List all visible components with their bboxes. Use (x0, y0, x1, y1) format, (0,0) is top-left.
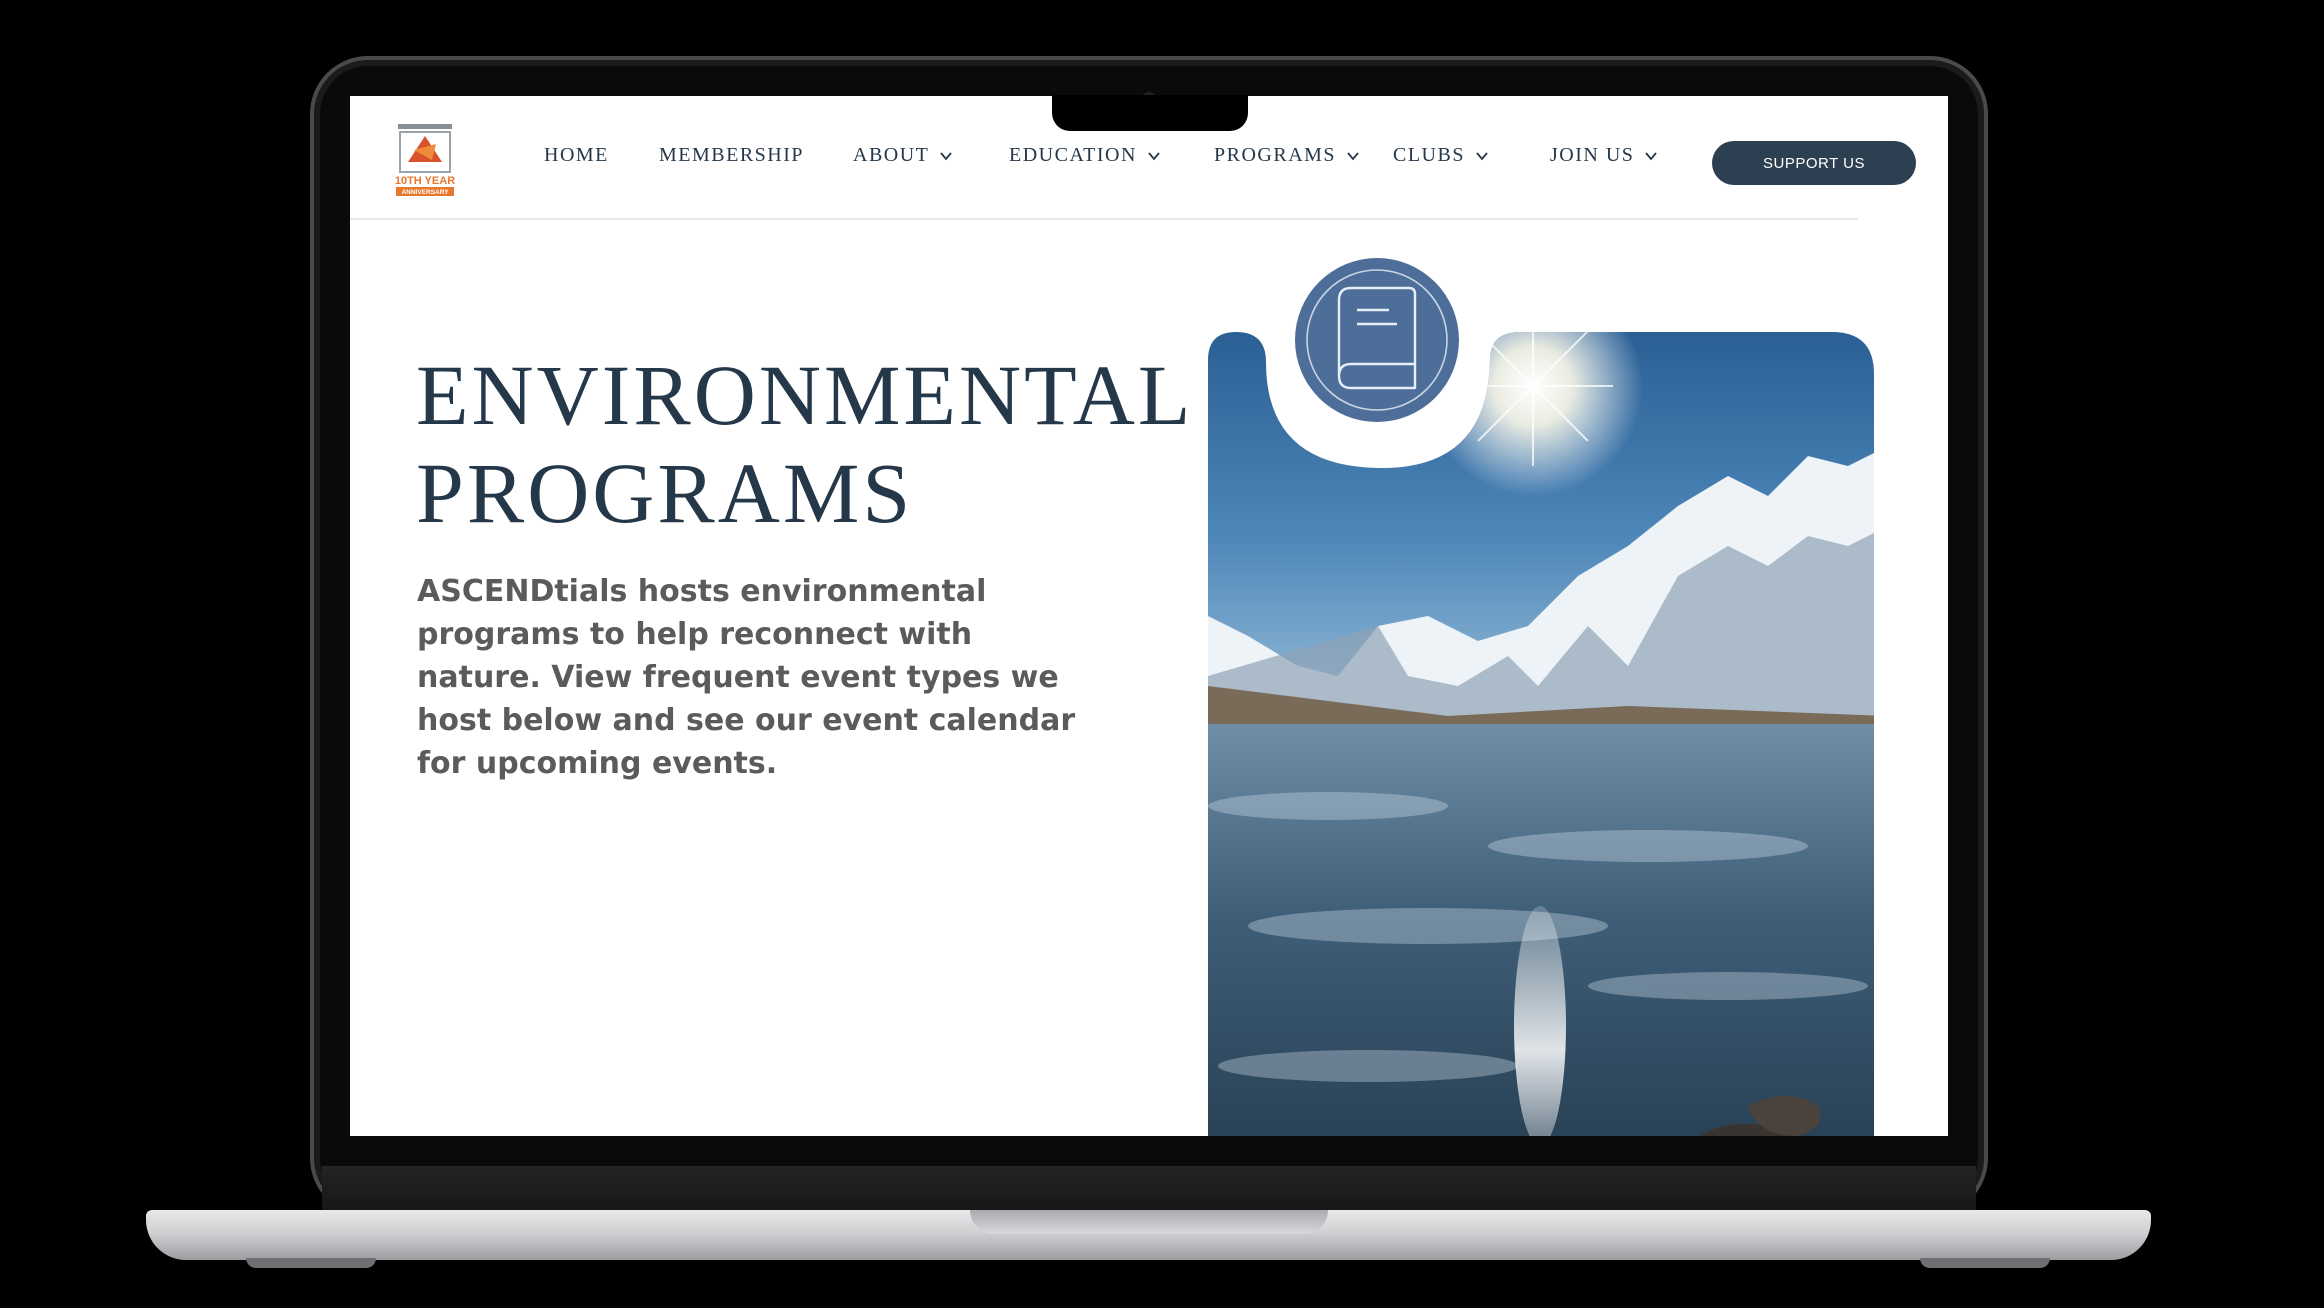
website-screen: 10TH YEAR ANNIVERSARY HOME MEMBERSHIP AB… (350, 96, 1948, 1136)
nav-home[interactable]: HOME (544, 144, 609, 167)
book-icon (1281, 252, 1473, 444)
laptop-base-notch (970, 1210, 1328, 1234)
nav-education-label: EDUCATION (1009, 144, 1137, 166)
chevron-down-icon (1148, 151, 1160, 160)
laptop-lower-bezel (322, 1166, 1976, 1210)
nav-join-us[interactable]: JOIN US (1550, 144, 1658, 167)
header-divider (350, 218, 1858, 220)
nav-join-us-label: JOIN US (1550, 144, 1635, 166)
page-title-line1: ENVIRONMENTAL (416, 347, 1194, 443)
chevron-down-icon (940, 151, 953, 160)
chevron-down-icon (1347, 151, 1359, 160)
nav-clubs[interactable]: CLUBS (1393, 144, 1489, 167)
logo-topline (398, 124, 452, 129)
site-logo[interactable]: 10TH YEAR ANNIVERSARY (392, 122, 458, 198)
chevron-down-icon (1476, 151, 1488, 160)
nav-clubs-label: CLUBS (1393, 144, 1465, 166)
laptop-foot-right (1920, 1258, 2050, 1268)
laptop-foot-left (246, 1258, 376, 1268)
support-us-button[interactable]: SUPPORT US (1712, 141, 1916, 185)
camera-notch (1052, 95, 1248, 131)
nav-programs[interactable]: PROGRAMS (1214, 144, 1360, 167)
nav-home-label: HOME (544, 144, 609, 166)
page-title-line2: PROGRAMS (416, 445, 914, 541)
chevron-down-icon (1645, 151, 1658, 160)
nav-membership-label: MEMBERSHIP (659, 144, 805, 166)
svg-text:10TH YEAR: 10TH YEAR (395, 175, 455, 187)
nav-programs-label: PROGRAMS (1214, 144, 1337, 166)
svg-text:ANNIVERSARY: ANNIVERSARY (401, 189, 449, 196)
nav-about-label: ABOUT (853, 144, 930, 166)
hero-description: ASCENDtials hosts environmental programs… (417, 574, 1076, 781)
nav-membership[interactable]: MEMBERSHIP (659, 144, 804, 167)
nav-about[interactable]: ABOUT (853, 144, 953, 167)
page-title: ENVIRONMENTAL PROGRAMS (416, 346, 1193, 542)
nav-education[interactable]: EDUCATION (1009, 144, 1161, 167)
